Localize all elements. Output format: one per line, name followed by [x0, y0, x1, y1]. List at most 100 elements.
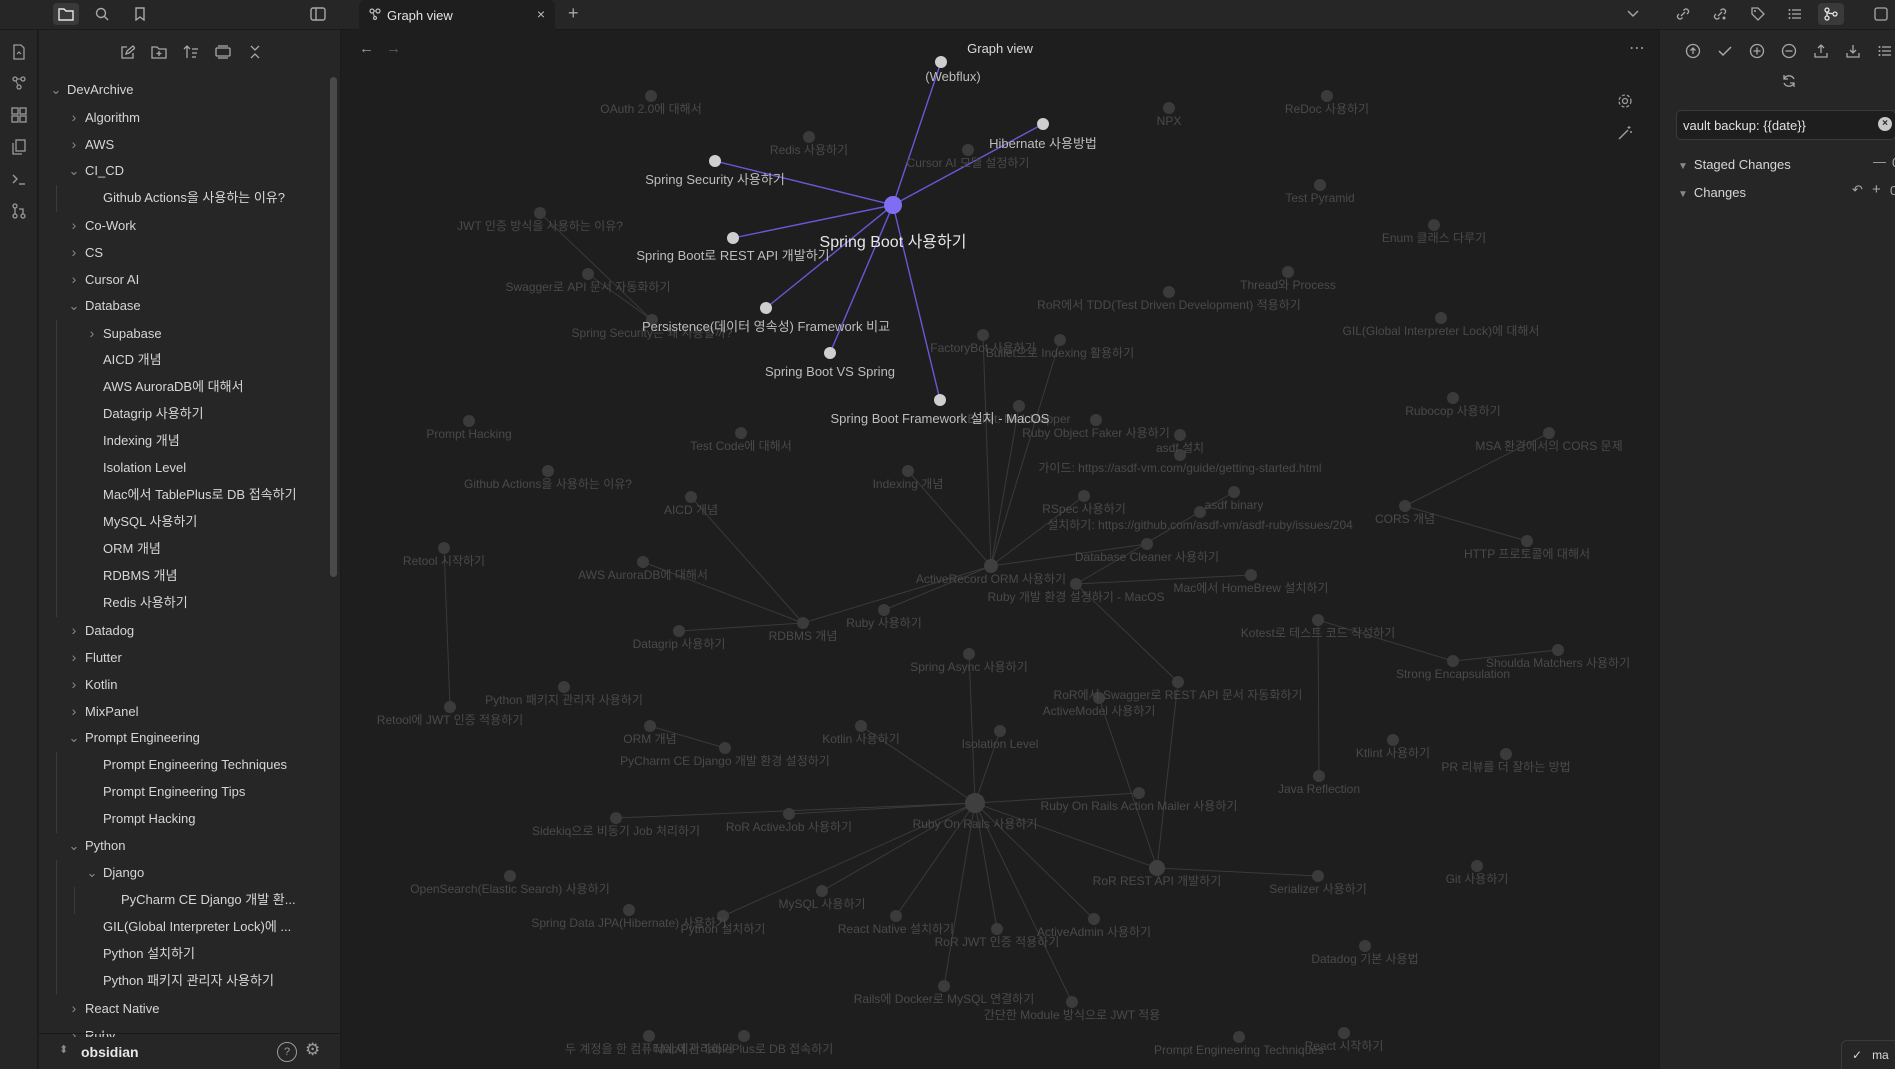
discard-undo-icon[interactable]: ↶ — [1852, 182, 1863, 198]
chevron-down-icon[interactable]: ⌄ — [49, 77, 63, 103]
file-item[interactable]: Datagrip 사용하기 — [85, 401, 323, 427]
graph-node[interactable] — [1090, 414, 1102, 426]
graph-node[interactable] — [1233, 1031, 1245, 1043]
file-tree-scrollbar[interactable] — [330, 77, 337, 577]
graph-node[interactable] — [902, 465, 914, 477]
chevron-right-icon[interactable]: › — [67, 266, 81, 292]
status-bar-branch[interactable]: ✓ ma — [1841, 1040, 1895, 1069]
file-item[interactable]: Isolation Level — [85, 455, 323, 481]
unstage-minus-icon[interactable]: — — [1873, 154, 1886, 169]
graph-node[interactable] — [1312, 614, 1324, 626]
file-item[interactable]: AWS AuroraDB에 대해서 — [85, 374, 323, 400]
folder-item[interactable]: ⌄ CI_CD — [67, 158, 323, 184]
list-view-icon[interactable] — [1874, 40, 1895, 62]
chevron-right-icon[interactable]: › — [67, 239, 81, 265]
graph-node[interactable] — [645, 90, 657, 102]
file-item[interactable]: Python 설치하기 — [85, 941, 323, 967]
chevron-right-icon[interactable]: › — [67, 671, 81, 697]
graph-node[interactable] — [1174, 429, 1186, 441]
folder-item[interactable]: ⌄ Python — [67, 833, 323, 859]
tab-graph-view[interactable]: Graph view × — [359, 0, 555, 30]
graph-node[interactable] — [644, 720, 656, 732]
graph-node[interactable] — [1447, 655, 1459, 667]
graph-node[interactable] — [1133, 787, 1145, 799]
bookmark-icon[interactable] — [127, 3, 153, 25]
staged-changes-section[interactable]: ▼ Staged Changes — [1678, 154, 1791, 176]
chevron-down-icon[interactable]: ⌄ — [67, 293, 81, 319]
chevron-right-icon[interactable]: › — [67, 644, 81, 670]
graph-node[interactable] — [1163, 102, 1175, 114]
graph-node[interactable] — [1471, 860, 1483, 872]
file-item[interactable]: Prompt Hacking — [85, 806, 323, 832]
file-item[interactable]: Github Actions을 사용하는 이유? — [85, 185, 323, 211]
graph-node[interactable] — [738, 1030, 750, 1042]
graph-node[interactable] — [1447, 392, 1459, 404]
graph-node[interactable] — [963, 648, 975, 660]
clear-input-icon[interactable]: × — [1878, 117, 1892, 131]
graph-node-linked[interactable] — [1037, 118, 1049, 130]
chevron-down-icon[interactable]: ⌄ — [67, 833, 81, 859]
file-item[interactable]: Prompt Engineering Techniques — [85, 752, 323, 778]
file-item[interactable]: Python 패키지 관리자 사용하기 — [85, 968, 323, 994]
folder-item[interactable]: › MixPanel — [67, 698, 323, 724]
templates-icon[interactable] — [7, 135, 31, 159]
chevron-right-icon[interactable]: › — [67, 698, 81, 724]
tags-icon[interactable] — [1745, 3, 1771, 25]
graph-node[interactable] — [783, 808, 795, 820]
graph-node-linked[interactable] — [760, 302, 772, 314]
right-sidebar-toggle-icon[interactable] — [1868, 3, 1894, 25]
file-item[interactable]: Mac에서 TablePlus로 DB 접속하기 — [85, 482, 323, 508]
graph-node[interactable] — [1228, 486, 1240, 498]
outline-icon[interactable] — [1782, 3, 1808, 25]
changes-section[interactable]: ▼ Changes — [1678, 182, 1746, 204]
graph-view-pane[interactable]: OAuth 2.0에 대해서 Redis 사용하기 Cursor AI 모델 설정하… — [341, 30, 1659, 1069]
file-item[interactable]: Prompt Engineering Tips — [85, 779, 323, 805]
graph-node[interactable] — [991, 923, 1003, 935]
refresh-icon[interactable] — [1778, 70, 1800, 92]
tab-close-icon[interactable]: × — [537, 6, 545, 22]
open-quick-switcher-icon[interactable] — [7, 40, 31, 64]
chevron-right-icon[interactable]: › — [67, 131, 81, 157]
graph-node[interactable] — [534, 207, 546, 219]
outgoing-links-icon[interactable] — [1707, 3, 1733, 25]
folder-item[interactable]: › Algorithm — [67, 104, 323, 130]
graph-node[interactable] — [1078, 490, 1090, 502]
file-item[interactable]: Redis 사용하기 — [85, 590, 323, 616]
stage-plus-icon[interactable]: + — [1872, 181, 1881, 198]
folder-item[interactable]: › Co-Work — [67, 212, 323, 238]
graph-node[interactable] — [1313, 770, 1325, 782]
backlink-icon[interactable] — [1670, 3, 1696, 25]
graph-node[interactable] — [878, 604, 890, 616]
folder-item[interactable]: › CS — [67, 239, 323, 265]
file-item[interactable]: PyCharm CE Django 개발 환... — [103, 887, 323, 913]
new-tab-icon[interactable]: + — [568, 3, 579, 24]
file-item[interactable]: MySQL 사용하기 — [85, 509, 323, 535]
graph-node[interactable] — [1066, 996, 1078, 1008]
canvas-icon[interactable] — [7, 103, 31, 127]
chevron-right-icon[interactable]: › — [85, 320, 99, 346]
unstage-all-icon[interactable] — [1778, 40, 1800, 62]
graph-node[interactable] — [1141, 538, 1153, 550]
folder-item[interactable]: › Flutter — [67, 644, 323, 670]
file-item[interactable]: GIL(Global Interpreter Lock)에 ... — [85, 914, 323, 940]
graph-view-icon[interactable] — [7, 71, 31, 95]
graph-node[interactable] — [938, 980, 950, 992]
chevron-down-icon[interactable] — [1620, 3, 1646, 25]
folder-item[interactable]: › Supabase — [85, 320, 323, 346]
graph-node[interactable] — [719, 742, 731, 754]
folder-item[interactable]: ⌄ DevArchive — [49, 77, 323, 103]
graph-node[interactable] — [994, 725, 1006, 737]
graph-node[interactable] — [1245, 569, 1257, 581]
graph-node[interactable] — [542, 465, 554, 477]
graph-node[interactable] — [558, 681, 570, 693]
chevron-right-icon[interactable]: › — [67, 104, 81, 130]
download-icon[interactable] — [1842, 40, 1864, 62]
files-icon[interactable] — [53, 3, 79, 25]
folder-item[interactable]: ⌄ Prompt Engineering — [67, 725, 323, 751]
vault-switcher[interactable]: ⬍ obsidian ? ⚙ — [39, 1033, 341, 1069]
graph-node[interactable] — [623, 904, 635, 916]
settings-gear-icon[interactable]: ⚙ — [305, 1040, 320, 1060]
push-icon[interactable] — [1682, 40, 1704, 62]
animate-wand-icon[interactable] — [1614, 122, 1636, 144]
graph-node[interactable] — [582, 268, 594, 280]
